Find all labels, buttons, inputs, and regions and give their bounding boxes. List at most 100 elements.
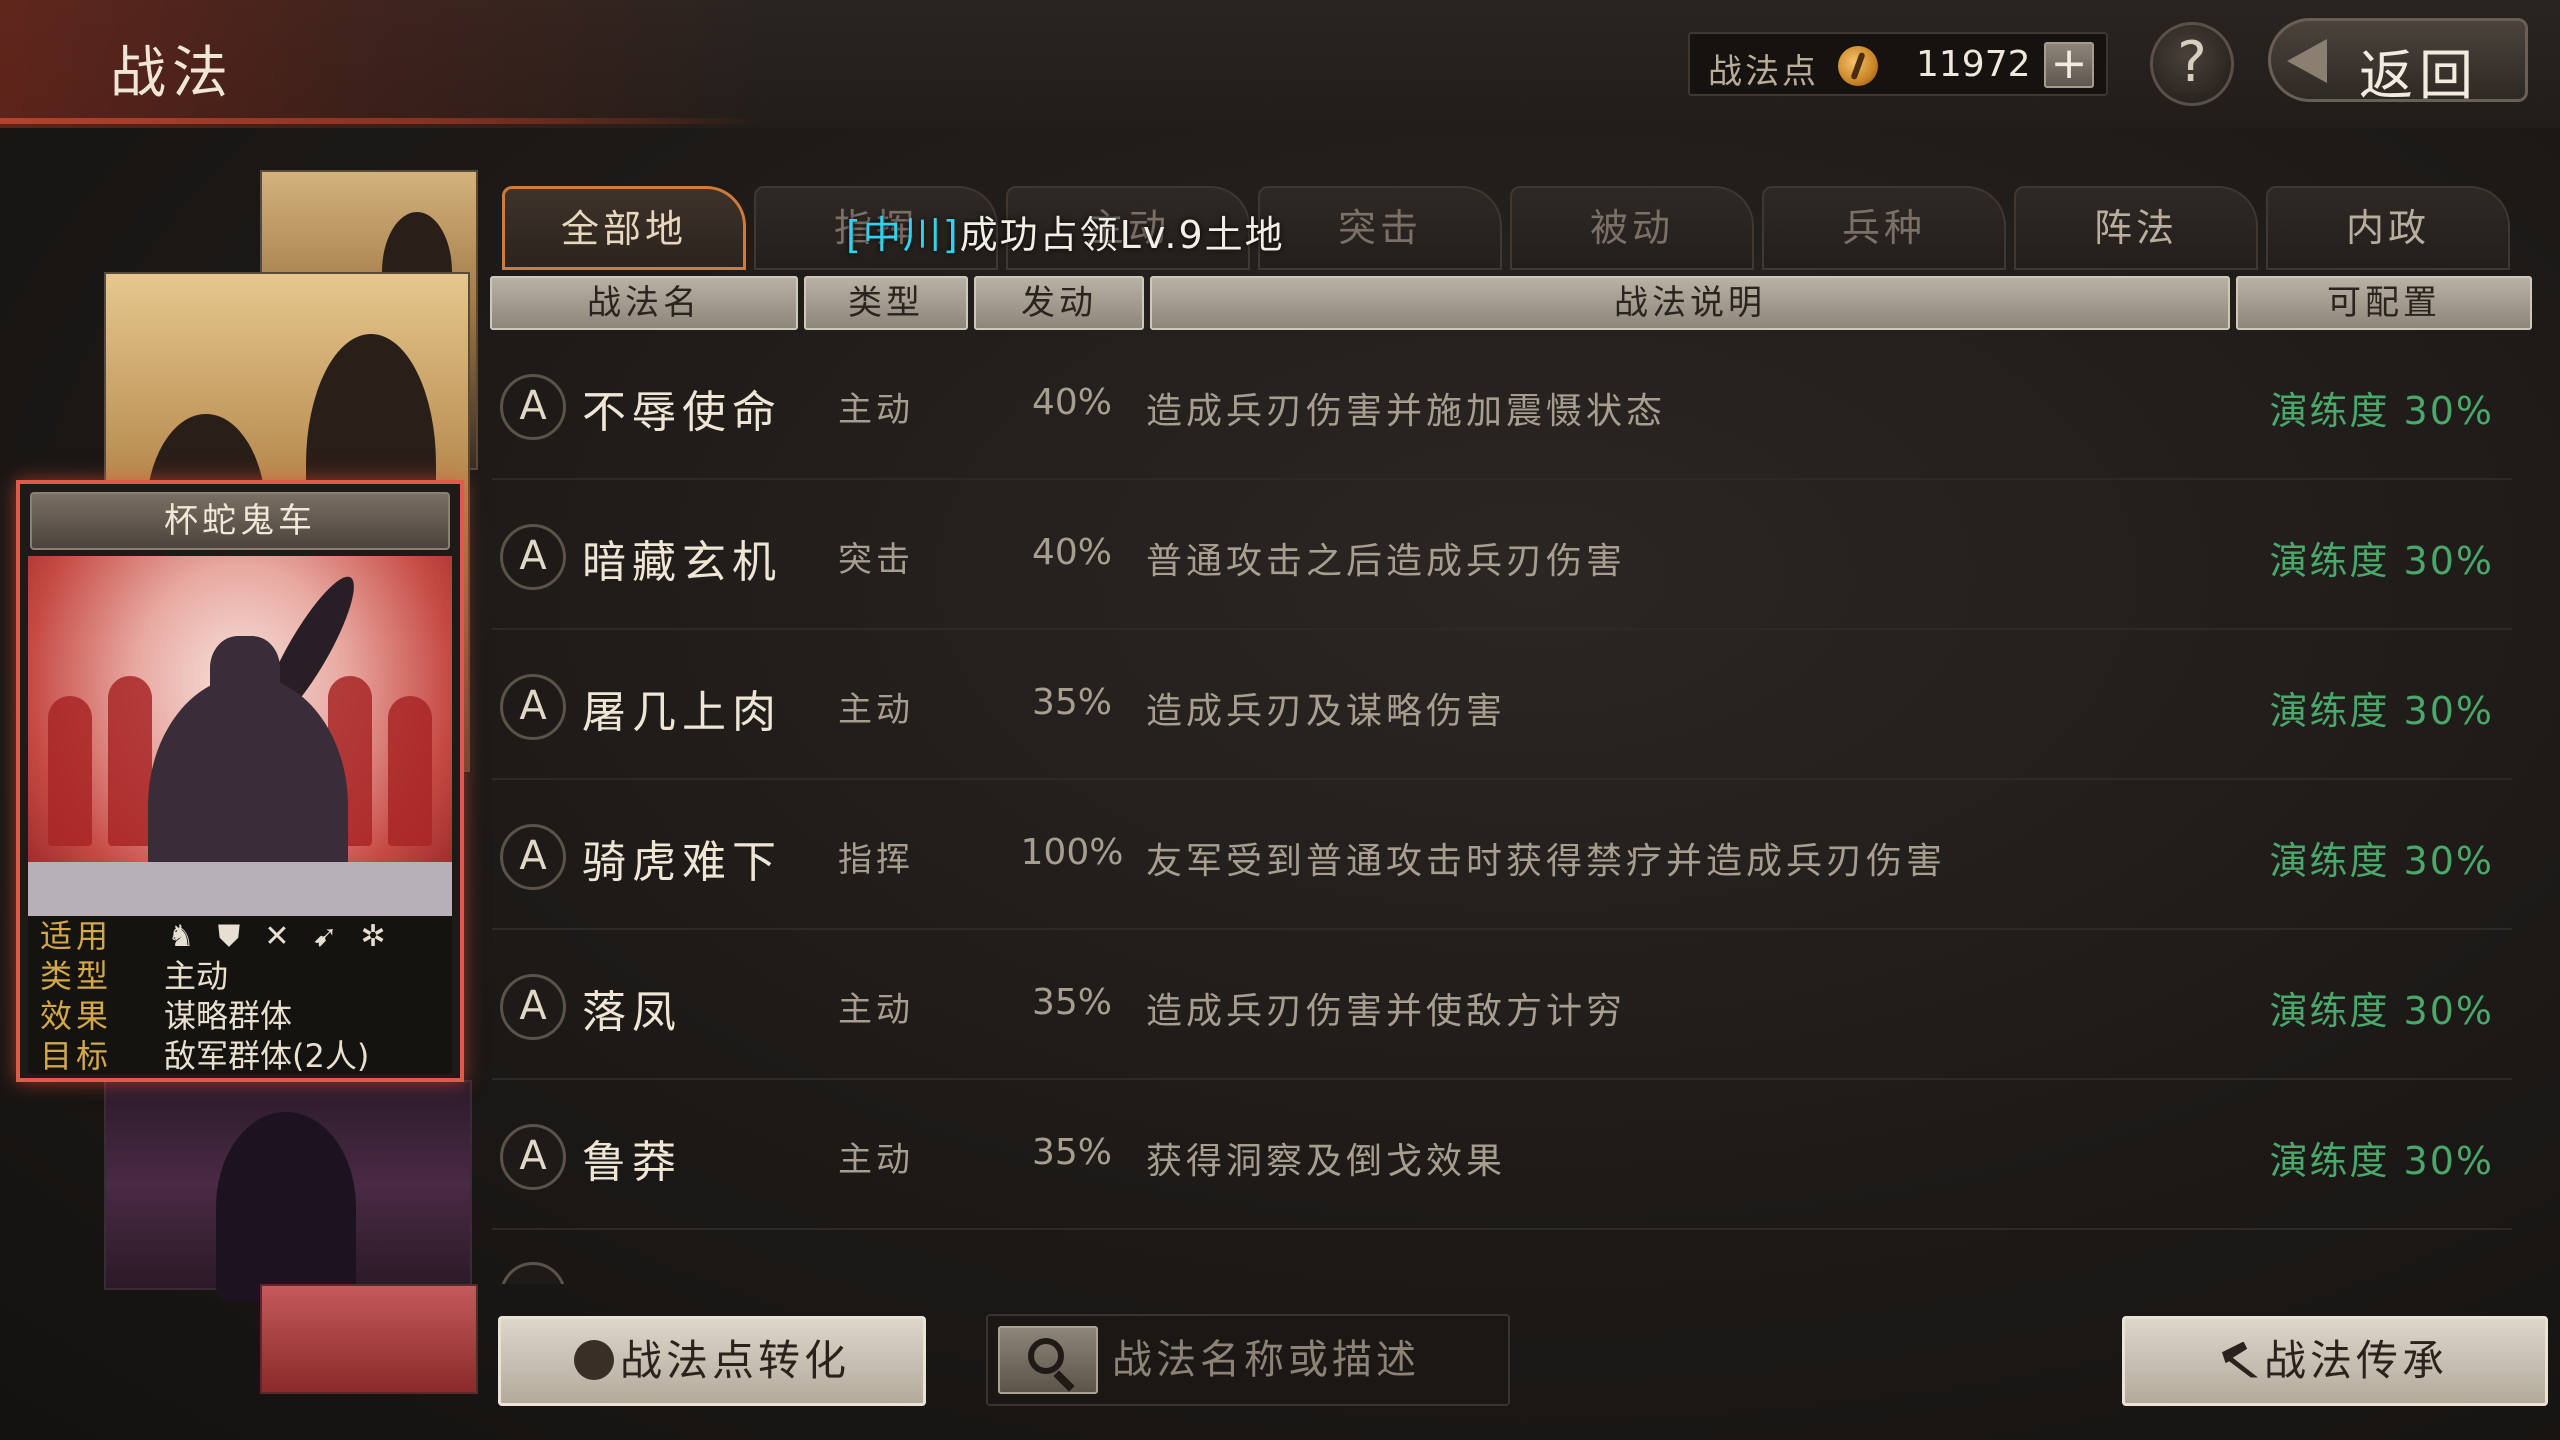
tactic-name: 暗藏玄机 [582, 537, 782, 588]
tactic-name: 落凤 [582, 987, 682, 1038]
tactic-card-preview[interactable] [260, 1284, 478, 1394]
tactic-chance: 40% [1031, 532, 1112, 573]
convert-points-button[interactable]: 战法点转化 [498, 1316, 926, 1406]
grade-badge: A [500, 974, 566, 1040]
back-button-label: 返回 [2359, 44, 2479, 107]
header-accent-line [0, 118, 760, 124]
tactic-type: 主动 [838, 1140, 914, 1180]
back-button[interactable]: 返回 [2268, 18, 2528, 107]
notification-banner: [中川]成功占领Lv.9土地 [846, 204, 1285, 259]
fire-icon [573, 1339, 614, 1380]
tactic-description: 普通攻击之后造成兵刃伤害 [1146, 541, 1627, 582]
tactic-name: 屠几上肉 [582, 687, 782, 738]
tactic-chance: 35% [1031, 682, 1112, 723]
grade-badge: A [500, 1124, 566, 1190]
tactic-type: 主动 [838, 990, 914, 1030]
tactic-description: 造成兵刃伤害并使敌方计穷 [1146, 991, 1627, 1032]
info-value: 敌军群体(2人) [164, 1037, 370, 1075]
grade-badge [500, 1262, 566, 1284]
tactic-status: 演练度 30% [2269, 389, 2494, 433]
notification-location: [中川] [846, 213, 960, 257]
search-input[interactable] [1112, 1328, 1492, 1392]
tactic-description: 友军受到普通攻击时获得禁疗并造成兵刃伤害 [1146, 841, 1947, 882]
column-header-description: 战法说明 [1150, 276, 2230, 330]
search-icon [1028, 1338, 1064, 1374]
tactic-row[interactable]: A 骑虎难下 指挥 100% 友军受到普通攻击时获得禁疗并造成兵刃伤害 演练度 … [492, 782, 2512, 930]
search-icon-handle [1053, 1370, 1075, 1392]
selected-tactic-card[interactable]: 杯蛇鬼车 适用 ♞ ⛊ ✕ ➹ ✲ 类型 主动 效果 谋略群体 目标 敌军群体(… [16, 480, 464, 1082]
info-value: 谋略群体 [164, 997, 293, 1035]
column-header-name[interactable]: 战法名 [490, 276, 798, 330]
tactic-type: 主动 [838, 690, 914, 730]
inherit-tactic-label: 战法传承 [2263, 1336, 2448, 1385]
tactic-chance: 40% [1031, 382, 1112, 423]
info-row-apply: 适用 ♞ ⛊ ✕ ➹ ✲ [28, 916, 452, 956]
warrior-silhouette [216, 1112, 356, 1302]
info-value: 主动 [164, 957, 229, 995]
help-button[interactable]: ? [2150, 22, 2234, 106]
tactic-description: 造成兵刃及谋略伤害 [1146, 691, 1507, 732]
page-title: 战法 [110, 41, 234, 106]
tactic-status: 演练度 30% [2269, 1139, 2494, 1183]
tactic-type: 突击 [838, 540, 914, 580]
search-button[interactable] [998, 1326, 1098, 1394]
tactic-description: 获得洞察及倒戈效果 [1146, 1141, 1507, 1182]
archer-icon: ➹ [312, 919, 338, 954]
city-wall [28, 862, 452, 916]
tab-passive[interactable]: 被动 [1510, 186, 1754, 270]
tab-all[interactable]: 全部地 [502, 186, 746, 270]
cavalry-icon: ♞ [167, 919, 195, 954]
tactic-point-icon [1838, 46, 1878, 86]
tactic-status: 演练度 30% [2269, 539, 2494, 583]
tactic-points-value: 11972 [1916, 44, 2031, 85]
soldier-figure [108, 676, 152, 846]
column-header-configurable[interactable]: 可配置 [2236, 276, 2532, 330]
tactic-chance: 35% [1031, 982, 1112, 1023]
info-row-type: 类型 主动 [28, 956, 452, 996]
info-key: 类型 [40, 957, 113, 995]
tactic-row[interactable]: A 鲁莽 主动 35% 获得洞察及倒戈效果 演练度 30% [492, 1082, 2512, 1230]
inherit-tactic-button[interactable]: 战法传承 [2122, 1316, 2548, 1406]
tactic-status: 演练度 30% [2269, 689, 2494, 733]
notification-text: 成功占领Lv.9土地 [959, 213, 1285, 257]
wheel-icon: ✲ [360, 919, 386, 954]
hammer-icon [2221, 1341, 2258, 1378]
info-key: 目标 [40, 1037, 113, 1075]
soldier-figure [48, 696, 92, 846]
tactic-type: 主动 [838, 390, 914, 430]
tactic-row[interactable]: A 落凤 主动 35% 造成兵刃伤害并使敌方计穷 演练度 30% [492, 932, 2512, 1080]
tactic-status: 演练度 30% [2269, 839, 2494, 883]
tactic-name: 骑虎难下 [582, 837, 782, 888]
tactic-card-preview[interactable] [104, 1080, 472, 1302]
tactic-row-partial[interactable] [492, 1244, 2512, 1284]
tactic-row[interactable]: A 屠几上肉 主动 35% 造成兵刃及谋略伤害 演练度 30% [492, 632, 2512, 780]
info-key: 适用 [40, 917, 113, 955]
shield-icon: ⛊ [217, 919, 241, 954]
tactic-row[interactable]: A 暗藏玄机 突击 40% 普通攻击之后造成兵刃伤害 演练度 30% [492, 482, 2512, 630]
info-row-target: 目标 敌军群体(2人) [28, 1036, 452, 1076]
tactic-points-box: 战法点 11972 + [1688, 32, 2108, 96]
selected-card-art [28, 556, 452, 916]
card-info-table: 适用 ♞ ⛊ ✕ ➹ ✲ 类型 主动 效果 谋略群体 目标 敌军群体(2人) [28, 916, 452, 1076]
grade-badge: A [500, 824, 566, 890]
tab-internal[interactable]: 内政 [2266, 186, 2510, 270]
tactic-name: 不辱使命 [582, 387, 782, 438]
add-points-button[interactable]: + [2044, 42, 2094, 88]
search-box [986, 1314, 1510, 1406]
tactic-chance: 100% [1020, 832, 1124, 873]
column-header-type[interactable]: 类型 [804, 276, 968, 330]
crossed-swords-icon: ✕ [264, 919, 290, 954]
tactic-points-label: 战法点 [1708, 52, 1819, 92]
column-header-chance[interactable]: 发动 [974, 276, 1144, 330]
tactic-row[interactable]: A 不辱使命 主动 40% 造成兵刃伤害并施加震慑状态 演练度 30% [492, 332, 2512, 480]
tab-assault[interactable]: 突击 [1258, 186, 1502, 270]
tactic-name: 鲁莽 [582, 1137, 682, 1188]
tactic-status: 演练度 30% [2269, 989, 2494, 1033]
grade-badge: A [500, 674, 566, 740]
grade-badge: A [500, 374, 566, 440]
tab-troop[interactable]: 兵种 [1762, 186, 2006, 270]
header-bar: 战法 战法点 11972 + ? 返回 [0, 0, 2560, 128]
tab-formation[interactable]: 阵法 [2014, 186, 2258, 270]
soldier-figure [388, 696, 432, 846]
tactic-type: 指挥 [838, 840, 914, 880]
